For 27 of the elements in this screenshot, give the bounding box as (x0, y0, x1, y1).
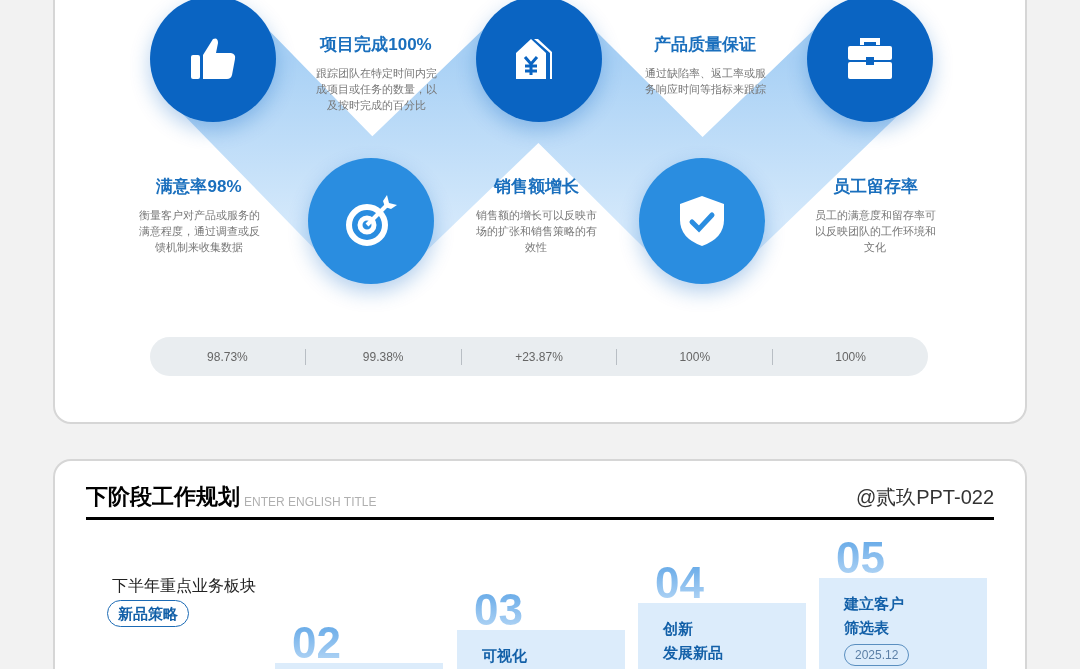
briefcase-icon (846, 37, 894, 81)
metric-description: 通过缺陷率、返工率或服务响应时间等指标来跟踪 (643, 66, 767, 97)
step-text: 创新 (663, 619, 693, 639)
step-text: 可视化 (482, 646, 527, 666)
metric-description: 衡量客户对产品或服务的满意程度，通过调查或反馈机制来收集数据 (137, 208, 261, 255)
target-icon (343, 193, 399, 249)
stat-value: 98.73% (207, 348, 248, 365)
stat-value: 100% (679, 348, 711, 365)
stat-value: 99.38% (362, 348, 404, 365)
shield-check-icon (678, 194, 726, 248)
stat-value: +23.87% (515, 348, 563, 365)
metric-description: 员工的满意度和留存率可以反映团队的工作环境和文化 (813, 208, 937, 255)
metric-title: 项目完成100% (320, 34, 432, 56)
slide-title: 下阶段工作规划 (86, 483, 240, 511)
stat-value: 100% (835, 348, 866, 365)
step-text: 筛选表 (844, 618, 889, 638)
metric-title: 产品质量保证 (654, 34, 756, 56)
metric-description: 销售额的增长可以反映市场的扩张和销售策略的有效性 (474, 208, 598, 255)
slide-subtitle: ENTER ENGLISH TITLE (244, 494, 377, 511)
step-text: 建立客户 (844, 594, 904, 614)
metric-description: 跟踪团队在特定时间内完成项目或任务的数量，以及按时完成的百分比 (314, 66, 438, 113)
section-label: 下半年重点业务板块 (112, 576, 256, 596)
author-label: @贰玖PPT-022 (855, 485, 994, 510)
step-text: 发展新品 (663, 643, 723, 663)
metric-title: 满意率98% (156, 176, 242, 198)
metric-title: 销售额增长 (493, 176, 579, 198)
metric-title: 员工留存率 (832, 176, 918, 198)
